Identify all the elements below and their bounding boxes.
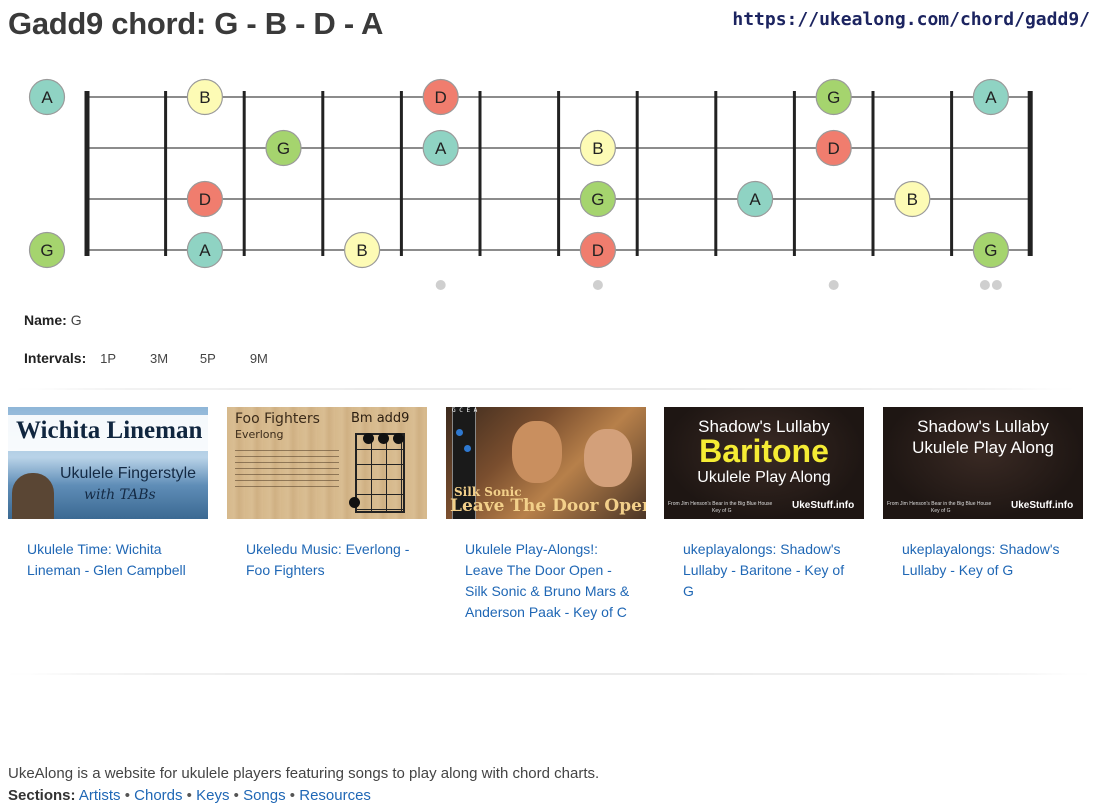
note-label: G [984,241,997,260]
page-title: Gadd9 chord: G - B - D - A [8,6,384,41]
video-thumbnail[interactable]: Foo Fighters Everlong Bm add9 [227,407,427,519]
note-label: B [356,241,367,260]
thumb-line2: Ukulele Play Along [912,438,1054,457]
thumb-line3: G C E A [452,407,478,414]
note-label: B [907,190,918,209]
name-label: Name: [24,312,67,328]
note-label: D [592,241,604,260]
footer-link-artists[interactable]: Artists [79,787,121,804]
separator: • [186,787,192,804]
thumb-face [512,421,562,483]
note-label: D [199,190,211,209]
thumb-line2: Leave The Door Open [450,496,646,516]
interval-4: 9M [249,351,268,366]
thumb-chord-dot [363,433,374,444]
intervals-row: Intervals: 1P 3M 5P 9M [24,350,286,366]
note-label: G [591,190,604,209]
note-label: A [199,241,211,260]
note-label: A [985,88,997,107]
fret-marker-dot [979,280,990,290]
thumb-lyrics [235,445,339,489]
footer-sections: Sections: Artists • Chords • Keys • Song… [8,785,599,807]
video-card: G C E A Silk Sonic Leave The Door Open U… [446,407,646,623]
fret-marker-dot [435,280,446,290]
note-label: B [199,88,210,107]
fret-marker-dot [592,280,603,290]
video-title-link[interactable]: Ukeledu Music: Everlong - Foo Fighters [246,539,414,581]
thumb-line1: Foo Fighters [235,411,320,427]
note-label: B [592,139,603,158]
interval-2: 3M [150,351,169,366]
thumb-line3: Bm add9 [351,411,410,426]
interval-1: 1P [100,351,117,366]
thumb-face [584,429,632,487]
thumb-dot [464,445,471,452]
thumb-small-text: Key of G [712,508,732,514]
note-label: D [435,88,447,107]
video-title-link[interactable]: Ukulele Time: Wichita Lineman - Glen Cam… [27,539,195,581]
thumb-small-text: Key of G [931,508,951,514]
thumb-chord-dot [349,497,360,508]
divider [4,673,1094,675]
thumb-chord-dot [378,433,389,444]
thumb-line2: Ukulele Fingerstyle [60,465,197,482]
sections-label: Sections: [8,787,76,804]
chord-name-row: Name: G [24,312,82,328]
thumb-line2: Baritone [699,433,829,469]
note-label: G [40,241,53,260]
video-card: Wichita Lineman Ukulele Fingerstyle with… [8,407,208,581]
video-card: Foo Fighters Everlong Bm add9 Ukeledu Mu… [227,407,427,581]
note-label: A [435,139,447,158]
footer: UkeAlong is a website for ukulele player… [8,763,599,807]
thumb-chord-dot [393,433,404,444]
footer-link-songs[interactable]: Songs [243,787,286,804]
thumb-small-text: From Jim Henson's Bear in the Big Blue H… [668,501,773,507]
footer-link-chords[interactable]: Chords [134,787,182,804]
thumb-dot [456,429,463,436]
thumb-player-figure [12,473,54,519]
note-label: G [827,88,840,107]
thumb-line3: with TABs [84,487,156,503]
footer-about: UkeAlong is a website for ukulele player… [8,765,600,782]
separator: • [289,787,296,804]
thumb-line1: Shadow's Lullaby [917,417,1049,436]
note-label: A [749,190,761,209]
video-card: Shadow's Lullaby Ukulele Play Along From… [883,407,1083,581]
footer-link-resources[interactable]: Resources [299,787,371,804]
thumb-brand: UkeStuff.info [792,500,855,511]
note-label: G [277,139,290,158]
note-label: A [41,88,53,107]
video-thumbnail[interactable]: Shadow's Lullaby Ukulele Play Along From… [883,407,1083,519]
fret-marker-dot [991,280,1002,290]
footer-link-keys[interactable]: Keys [196,787,229,804]
video-thumbnail[interactable]: Shadow's Lullaby Baritone Ukulele Play A… [664,407,864,519]
interval-3: 5P [199,351,216,366]
video-title-link[interactable]: ukeplayalongs: Shadow's Lullaby - Barito… [683,539,851,602]
thumb-small-text: From Jim Henson's Bear in the Big Blue H… [887,501,992,507]
note-label: D [828,139,840,158]
thumb-brand: UkeStuff.info [1011,500,1074,511]
video-title-link[interactable]: ukeplayalongs: Shadow's Lullaby - Key of… [902,539,1070,581]
video-thumbnail[interactable]: G C E A Silk Sonic Leave The Door Open [446,407,646,519]
thumb-line3: Ukulele Play Along [697,469,831,486]
fretboard-diagram: A B D G A G A B D D G A B G A B D G [28,78,1033,290]
video-card: Shadow's Lullaby Baritone Ukulele Play A… [664,407,864,602]
fret-marker-dot [828,280,839,290]
video-thumbnail[interactable]: Wichita Lineman Ukulele Fingerstyle with… [8,407,208,519]
intervals-label: Intervals: [24,350,87,366]
page-url: https://ukealong.com/chord/gadd9/ [732,9,1090,30]
separator: • [124,787,130,804]
thumb-line2: Everlong [235,428,284,441]
name-value: G [70,312,82,328]
thumb-line1: Wichita Lineman [16,417,203,444]
video-title-link[interactable]: Ukulele Play-Alongs!: Leave The Door Ope… [465,539,633,623]
separator: • [233,787,239,804]
divider [12,388,1078,390]
thumb-chord-grid [355,433,405,513]
